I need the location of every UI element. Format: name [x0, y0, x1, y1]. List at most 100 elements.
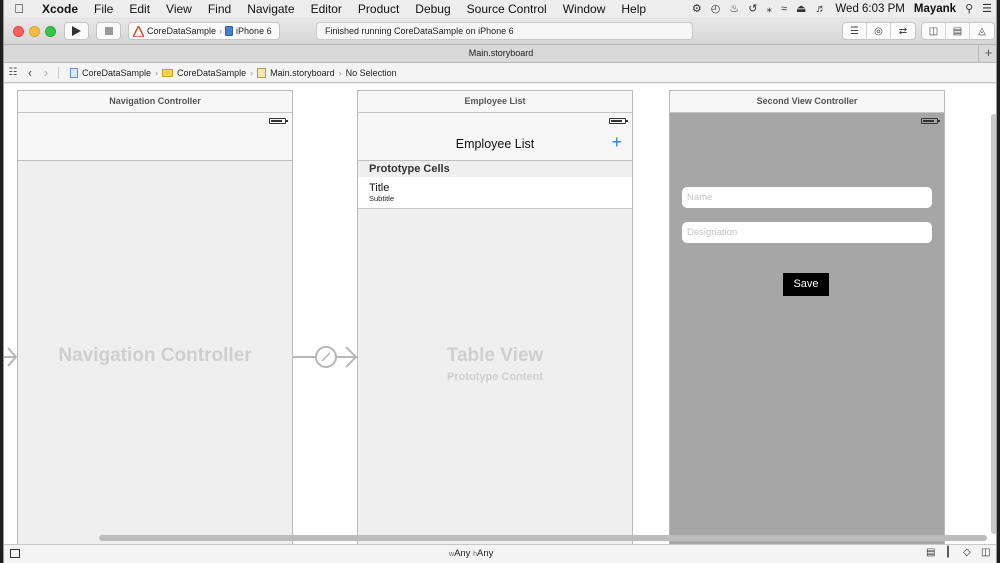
menu-product[interactable]: Product: [350, 2, 407, 16]
menu-view[interactable]: View: [158, 2, 200, 16]
assistant-editor-icon[interactable]: ◎: [867, 23, 891, 39]
height-class-value: Any: [476, 548, 494, 559]
table-view-placeholder-sub: Prototype Content: [447, 371, 543, 383]
document-outline-toggle-icon[interactable]: [10, 549, 20, 558]
navigation-bar[interactable]: Employee List +: [358, 113, 632, 161]
extension-icon[interactable]: ⚙: [692, 2, 702, 15]
size-class-control[interactable]: wAny hAny: [449, 548, 493, 559]
navigation-bar[interactable]: [18, 113, 292, 161]
scene-header[interactable]: Second View Controller: [670, 91, 944, 113]
notification-center-icon[interactable]: ☰: [982, 2, 992, 15]
stop-button[interactable]: [96, 22, 121, 40]
breadcrumb-group[interactable]: CoreDataSample: [162, 68, 246, 78]
menu-editor[interactable]: Editor: [303, 2, 350, 16]
forward-arrow-icon[interactable]: ›: [38, 65, 54, 80]
standard-editor-icon[interactable]: ☰: [843, 23, 867, 39]
pin-icon[interactable]: ◇: [963, 547, 971, 558]
menu-find[interactable]: Find: [200, 2, 239, 16]
version-editor-icon[interactable]: ⇄: [891, 23, 915, 39]
menu-debug[interactable]: Debug: [407, 2, 458, 16]
xcode-project-icon: [133, 25, 144, 37]
editor-mode-segmented: ☰ ◎ ⇄: [842, 22, 916, 40]
utilities-toggle-icon[interactable]: ◬: [970, 23, 994, 39]
scene-placeholder-title: Navigation Controller: [58, 345, 252, 366]
cell-title: Title: [369, 182, 390, 194]
back-arrow-icon[interactable]: ‹: [22, 65, 38, 80]
scene-second-view-controller[interactable]: Second View Controller Name Designation …: [669, 90, 945, 544]
minimize-window-button[interactable]: [29, 26, 40, 37]
scheme-selector[interactable]: CoreDataSample › iPhone 6: [128, 22, 280, 40]
menu-user[interactable]: Mayank: [914, 3, 956, 15]
align-icon[interactable]: ┃: [945, 547, 951, 558]
related-items-icon[interactable]: ☷: [4, 67, 22, 78]
xcode-window:  Xcode File Edit View Find Navigate Edi…: [3, 0, 997, 563]
chevron-right-icon: ›: [219, 26, 223, 36]
navigator-toggle-icon[interactable]: ◫: [922, 23, 946, 39]
designation-text-field[interactable]: Designation: [682, 222, 932, 243]
bluetooth-icon[interactable]: ⁎: [766, 2, 772, 15]
segue-relationship-icon[interactable]: [293, 343, 359, 371]
scene-navigation-controller[interactable]: Navigation Controller Navigation Control…: [17, 90, 293, 544]
tab-main-storyboard[interactable]: Main.storyboard: [469, 48, 534, 58]
storyboard-file-icon: [257, 67, 267, 78]
add-tab-icon[interactable]: +: [978, 45, 996, 62]
wifi-icon[interactable]: ≈: [781, 3, 787, 15]
clock-check-icon[interactable]: ◴: [711, 2, 721, 15]
menu-navigate[interactable]: Navigate: [239, 2, 302, 16]
storyboard-canvas[interactable]: Navigation Controller Navigation Control…: [4, 84, 996, 544]
breadcrumb-file[interactable]: Main.storyboard: [257, 67, 335, 78]
section-header: Prototype Cells: [358, 161, 632, 177]
play-icon: [72, 26, 81, 36]
menu-help[interactable]: Help: [613, 2, 654, 16]
eject-icon[interactable]: ⏏: [796, 2, 806, 15]
window-toolbar: CoreDataSample › iPhone 6 Finished runni…: [4, 17, 996, 45]
canvas-status-bar: wAny hAny ▤ ┃ ◇ ◫: [4, 544, 996, 563]
menu-source-control[interactable]: Source Control: [459, 2, 555, 16]
menu-bar:  Xcode File Edit View Find Navigate Edi…: [4, 0, 996, 17]
scene-header[interactable]: Employee List: [358, 91, 632, 113]
horizontal-scrollbar[interactable]: [99, 535, 987, 541]
breadcrumb-project[interactable]: CoreDataSample: [70, 67, 152, 78]
battery-icon: [269, 118, 288, 124]
scheme-name: CoreDataSample: [147, 26, 217, 36]
save-button[interactable]: Save: [783, 273, 829, 296]
run-button[interactable]: [64, 22, 89, 40]
menu-window[interactable]: Window: [555, 2, 614, 16]
name-text-field[interactable]: Name: [682, 187, 932, 208]
time-machine-icon[interactable]: ↺: [748, 2, 757, 15]
table-view-placeholder: Table View: [446, 345, 544, 366]
resolve-auto-layout-icon[interactable]: ◫: [981, 547, 990, 558]
debug-area-toggle-icon[interactable]: ▤: [946, 23, 970, 39]
breadcrumb-project-label: CoreDataSample: [82, 67, 152, 78]
close-window-button[interactable]: [13, 26, 24, 37]
spotlight-search-icon[interactable]: ⚲: [965, 2, 973, 15]
jumpbar-divider: [58, 66, 70, 79]
menu-clock[interactable]: Wed 6:03 PM: [835, 3, 904, 15]
cell-subtitle: Subtitle: [369, 194, 395, 203]
menu-file[interactable]: File: [86, 2, 121, 16]
apple-logo-icon[interactable]: : [4, 1, 34, 16]
vertical-scrollbar[interactable]: [991, 114, 996, 534]
breadcrumb-selection[interactable]: No Selection: [346, 68, 397, 78]
width-class-value: Any: [454, 548, 471, 559]
menu-edit[interactable]: Edit: [121, 2, 158, 16]
scene-header[interactable]: Navigation Controller: [18, 91, 292, 113]
chevron-right-icon: ›: [250, 67, 254, 78]
add-employee-plus-icon[interactable]: +: [611, 132, 622, 153]
scene-employee-list[interactable]: Employee List Employee List + Prototype …: [357, 90, 633, 544]
menu-app-name[interactable]: Xcode: [34, 2, 86, 16]
project-file-icon: [70, 67, 78, 78]
volume-icon[interactable]: ♬: [815, 3, 826, 15]
breadcrumb-file-label: Main.storyboard: [270, 67, 335, 78]
notification-bell-icon[interactable]: ♨: [729, 2, 739, 15]
jump-bar: ☷ ‹ › CoreDataSample › CoreDataSample › …: [4, 63, 996, 83]
second-view-content[interactable]: Name Designation Save: [670, 113, 944, 544]
tab-bar: Main.storyboard +: [4, 45, 996, 63]
zoom-window-button[interactable]: [45, 26, 56, 37]
chevron-right-icon: ›: [338, 67, 342, 78]
iphone-device-icon: [225, 26, 234, 36]
activity-viewer: Finished running CoreDataSample on iPhon…: [316, 22, 693, 40]
chevron-right-icon: ›: [155, 67, 159, 78]
prototype-cell[interactable]: Title Subtitle: [358, 177, 632, 209]
stack-icon[interactable]: ▤: [926, 547, 935, 558]
